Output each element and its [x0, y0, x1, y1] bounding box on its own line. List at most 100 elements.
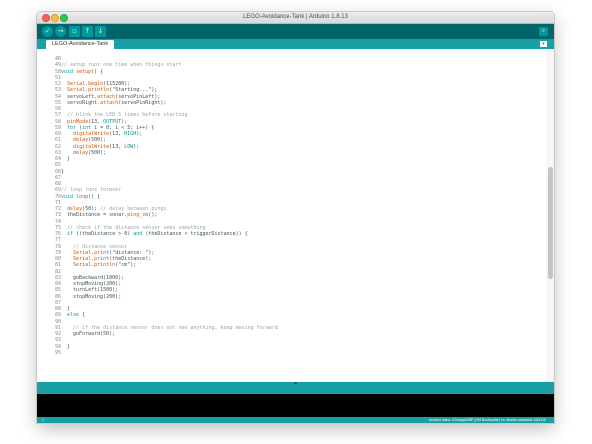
line-number: 89 [54, 312, 61, 319]
line-code[interactable]: goBackward(1000); [61, 275, 124, 281]
line-code[interactable]: digitalWrite(13, LOW); [61, 144, 139, 150]
line-number: 79 [54, 249, 61, 256]
arrow-right-icon: → [57, 27, 64, 35]
line-number: 81 [54, 262, 61, 269]
line-code[interactable]: stopMoving(200); [61, 281, 121, 287]
line-number: 61 [54, 137, 61, 144]
line-code[interactable]: // distance sensor [61, 244, 127, 250]
line-code[interactable]: Serial.println("cm"); [61, 262, 136, 268]
serial-monitor-button[interactable]: ⌕ [539, 27, 548, 36]
line-number: 86 [54, 293, 61, 300]
line-code[interactable]: } [61, 169, 64, 175]
line-code[interactable]: servoRight.attach(servoPinRight); [61, 100, 166, 106]
line-number: 65 [54, 162, 61, 169]
line-number: 70 [54, 193, 61, 200]
line-code[interactable]: // if the distance sensor does not see a… [61, 325, 278, 331]
tab-menu-button[interactable]: ▾ [540, 41, 547, 47]
line-number: 74 [54, 218, 61, 225]
line-code[interactable]: void loop() { [61, 194, 100, 200]
line-number: 54 [54, 93, 61, 100]
line-number: 95 [54, 349, 61, 356]
console-divider[interactable] [37, 382, 554, 394]
line-number: 84 [54, 281, 61, 287]
new-sketch-button[interactable]: ▫ [69, 26, 80, 37]
line-number: 63 [54, 149, 61, 156]
editor-scrollbar[interactable] [546, 49, 554, 382]
window-title: LEGO-Avoidance-Tank | Arduino 1.8.13 [243, 14, 348, 20]
line-code[interactable]: if ((theDistance > 0) and (theDistance <… [61, 231, 248, 237]
line-number: 75 [54, 224, 61, 231]
line-code[interactable]: turnLeft(1500); [61, 287, 118, 293]
line-number: 77 [54, 237, 61, 244]
line-code[interactable]: // blink the LED 5 times before starting [61, 112, 187, 118]
line-number: 78 [54, 243, 61, 250]
line-code[interactable]: Serial.begin(115200); [61, 81, 130, 87]
save-sketch-button[interactable]: ↓ [95, 26, 106, 37]
line-number: 56 [54, 106, 61, 112]
line-number: 59 [54, 124, 61, 131]
line-code[interactable]: theDistance = sonar.ping_cm(); [61, 212, 157, 218]
magnifier-icon: ⌕ [541, 28, 546, 34]
tab-lego-avoidance-tank[interactable]: LEGO-Avoidance-Tank [46, 40, 115, 49]
toolbar: ✓ → ▫ ↑ ↓ ⌕ [37, 24, 554, 39]
line-number: 62 [54, 143, 61, 150]
line-code[interactable]: Serial.println("Starting..."); [61, 87, 157, 93]
line-code[interactable]: digitalWrite(13, HIGH); [61, 131, 142, 137]
new-file-icon: ▫ [72, 27, 77, 35]
line-number: 66 [54, 168, 61, 175]
line-number: 53 [54, 87, 61, 94]
line-number: 85 [54, 287, 61, 294]
check-icon: ✓ [44, 27, 51, 35]
line-number: 94 [54, 343, 61, 350]
line-number: 92 [54, 331, 61, 337]
code-editor[interactable]: 48 49// setup runs one time when things s… [37, 49, 554, 382]
line-number: 58 [54, 118, 61, 125]
line-number: 48 [54, 56, 61, 62]
line-number: 67 [54, 174, 61, 181]
line-number: 57 [54, 112, 61, 119]
chevron-down-icon: ▾ [542, 41, 545, 47]
line-number: 69 [54, 187, 61, 194]
line-number: 90 [54, 318, 61, 325]
line-code[interactable]: void setup() { [61, 69, 103, 75]
verify-button[interactable]: ✓ [42, 26, 53, 37]
line-number: 68 [54, 181, 61, 187]
line-code[interactable]: // setup runs one time when things start [61, 62, 181, 68]
line-code[interactable]: goForward(50); [61, 331, 115, 337]
line-number: 60 [54, 131, 61, 137]
line-number: 91 [54, 324, 61, 331]
line-code[interactable]: } [61, 344, 70, 350]
line-code[interactable]: pinMode(13, OUTPUT); [61, 119, 127, 125]
line-code[interactable]: Serial.print("distance: "); [61, 250, 154, 256]
line-code[interactable]: stopMoving(200); [61, 294, 121, 300]
line-number: 51 [54, 74, 61, 81]
line-number: 80 [54, 256, 61, 262]
console-output[interactable] [37, 394, 554, 417]
cursor-line-number: 1 [42, 418, 44, 422]
upload-button[interactable]: → [55, 26, 66, 37]
line-number: 88 [54, 306, 61, 312]
line-code[interactable]: // loop runs forever [61, 187, 121, 193]
line-number: 52 [54, 81, 61, 87]
line-number: 82 [54, 268, 61, 275]
line-code[interactable]: delay(500); [61, 150, 106, 156]
line-number: 71 [54, 199, 61, 206]
board-port-info: Arduino Nano, ATmega328P (Old Bootloader… [429, 418, 546, 422]
line-code[interactable]: } [61, 306, 70, 312]
line-code[interactable]: Serial.print(theDistance); [61, 256, 151, 262]
line-code[interactable]: for (int i = 0; i < 5; i++) { [61, 125, 154, 131]
open-sketch-button[interactable]: ↑ [82, 26, 93, 37]
title-bar: LEGO-Avoidance-Tank | Arduino 1.8.13 [37, 12, 554, 24]
line-code[interactable]: // check if the distance sensor sees som… [61, 225, 205, 231]
line-code[interactable]: delay(50); // delay between pings [61, 206, 166, 212]
editor-scrollbar-thumb[interactable] [548, 167, 553, 279]
line-code[interactable]: delay(500); [61, 137, 106, 143]
status-bar: 1 Arduino Nano, ATmega328P (Old Bootload… [37, 417, 554, 423]
line-number: 49 [54, 62, 61, 69]
divider-handle[interactable] [294, 382, 297, 384]
line-code[interactable]: servoLeft.attach(servoPinLeft); [61, 94, 160, 100]
line-code[interactable]: else { [61, 312, 85, 318]
arrow-up-icon: ↑ [84, 27, 91, 35]
line-number: 55 [54, 99, 61, 106]
line-code[interactable]: } [61, 156, 70, 162]
